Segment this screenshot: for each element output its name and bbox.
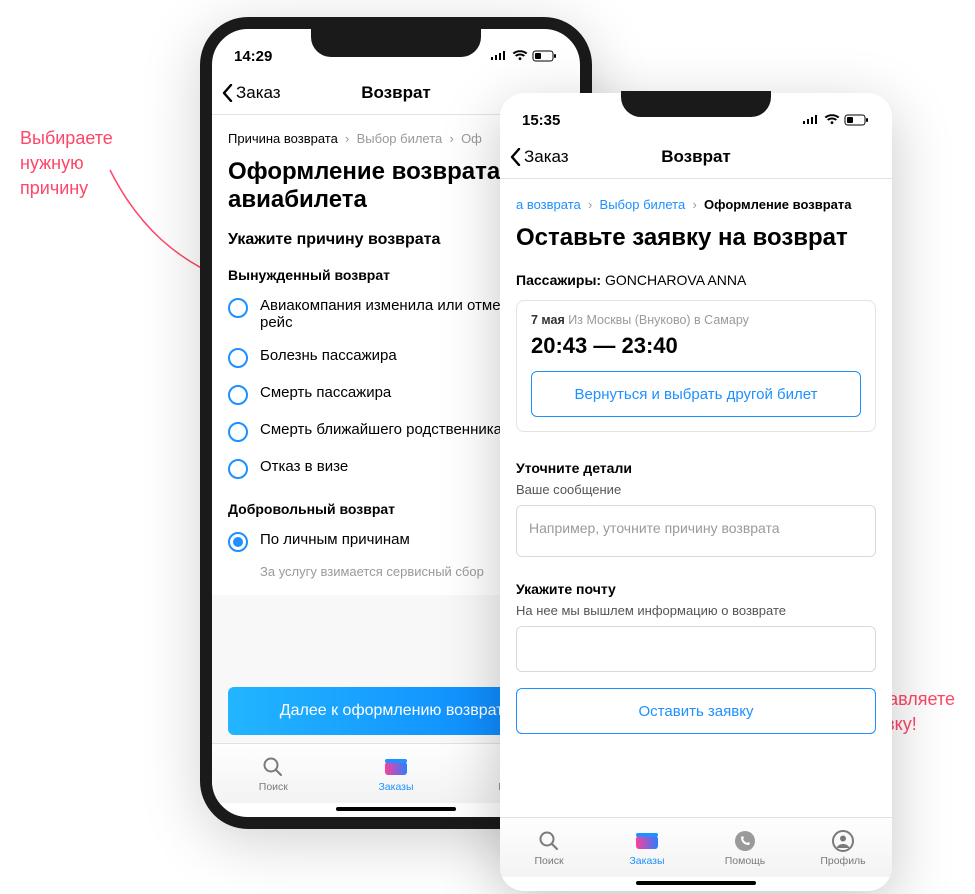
back-button[interactable]: Заказ bbox=[510, 147, 569, 167]
radio-icon bbox=[228, 385, 248, 405]
email-input[interactable] bbox=[516, 626, 876, 672]
breadcrumb-step: Выбор билета bbox=[357, 131, 443, 146]
wallet-icon bbox=[635, 829, 659, 853]
breadcrumb-step: Оф bbox=[461, 131, 482, 146]
radio-icon bbox=[228, 298, 248, 318]
heading-main: Оставьте заявку на возврат bbox=[500, 224, 892, 258]
passengers-value: GONCHAROVA ANNA bbox=[605, 272, 746, 288]
wifi-icon bbox=[512, 50, 528, 62]
tab-search[interactable]: Поиск bbox=[500, 818, 598, 877]
tab-bar: Поиск Заказы Помощь Профиль bbox=[500, 817, 892, 877]
status-icons bbox=[490, 50, 558, 62]
phone-device-2: 15:35 Заказ Возврат а возврата › Выбор б… bbox=[500, 93, 892, 891]
tab-orders[interactable]: Заказы bbox=[598, 818, 696, 877]
breadcrumb-link[interactable]: Выбор билета bbox=[600, 197, 686, 212]
tab-search[interactable]: Поиск bbox=[212, 744, 335, 803]
status-icons bbox=[802, 114, 870, 126]
radio-icon bbox=[228, 422, 248, 442]
status-time: 15:35 bbox=[522, 112, 560, 129]
breadcrumb-current: Причина возврата bbox=[228, 131, 338, 146]
radio-selected-icon bbox=[228, 532, 248, 552]
breadcrumb-current: Оформление возврата bbox=[704, 197, 851, 212]
chevron-left-icon bbox=[510, 148, 522, 166]
phone-notch bbox=[621, 91, 771, 117]
phone-icon bbox=[733, 829, 757, 853]
wifi-icon bbox=[824, 114, 840, 126]
tab-label: Помощь bbox=[725, 855, 766, 867]
radio-icon bbox=[228, 459, 248, 479]
tab-profile[interactable]: Профиль bbox=[794, 818, 892, 877]
message-input[interactable]: Например, уточните причину возврата bbox=[516, 505, 876, 557]
reason-label: Болезнь пассажира bbox=[260, 347, 397, 364]
battery-icon bbox=[844, 114, 870, 126]
input-placeholder: Например, уточните причину возврата bbox=[529, 520, 780, 536]
passengers-line: Пассажиры: GONCHAROVA ANNA bbox=[500, 258, 892, 296]
details-heading: Уточните детали bbox=[500, 446, 892, 482]
tab-help[interactable]: Помощь bbox=[696, 818, 794, 877]
breadcrumb: а возврата › Выбор билета › Оформление в… bbox=[500, 179, 892, 224]
tab-label: Поиск bbox=[534, 855, 563, 867]
status-time: 14:29 bbox=[234, 48, 272, 65]
phone-notch bbox=[311, 27, 481, 57]
back-button[interactable]: Заказ bbox=[222, 83, 281, 103]
tab-label: Заказы bbox=[378, 781, 413, 793]
signal-icon bbox=[490, 50, 508, 62]
tab-label: Поиск bbox=[259, 781, 288, 793]
reason-label: Смерть ближайшего родственника bbox=[260, 421, 502, 438]
tab-label: Заказы bbox=[629, 855, 664, 867]
tab-label: Профиль bbox=[820, 855, 865, 867]
ticket-route: Из Москвы (Внуково) в Самару bbox=[568, 313, 749, 327]
home-indicator bbox=[336, 807, 456, 811]
submit-request-button[interactable]: Оставить заявку bbox=[516, 688, 876, 734]
phone-screen: 15:35 Заказ Возврат а возврата › Выбор б… bbox=[500, 93, 892, 891]
passengers-label: Пассажиры: bbox=[516, 272, 601, 288]
annotation-left: Выбираетенужнуюпричину bbox=[20, 126, 113, 202]
ticket-card: 7 мая Из Москвы (Внуково) в Самару 20:43… bbox=[516, 300, 876, 432]
content-area: а возврата › Выбор билета › Оформление в… bbox=[500, 179, 892, 817]
back-label: Заказ bbox=[524, 147, 569, 167]
ticket-date: 7 мая bbox=[531, 313, 565, 327]
battery-icon bbox=[532, 50, 558, 62]
ticket-times: 20:43 — 23:40 bbox=[531, 327, 861, 371]
email-sublabel: На нее мы вышлем информацию о возврате bbox=[500, 603, 892, 622]
details-sublabel: Ваше сообщение bbox=[500, 482, 892, 501]
search-icon bbox=[261, 755, 285, 779]
reason-label: Смерть пассажира bbox=[260, 384, 391, 401]
breadcrumb-link[interactable]: а возврата bbox=[516, 197, 581, 212]
back-label: Заказ bbox=[236, 83, 281, 103]
email-heading: Укажите почту bbox=[500, 567, 892, 603]
reason-label: Отказ в визе bbox=[260, 458, 348, 475]
radio-icon bbox=[228, 348, 248, 368]
reason-label: По личным причинам bbox=[260, 531, 410, 548]
tab-orders[interactable]: Заказы bbox=[335, 744, 458, 803]
wallet-icon bbox=[384, 755, 408, 779]
home-indicator bbox=[636, 881, 756, 885]
change-ticket-button[interactable]: Вернуться и выбрать другой билет bbox=[531, 371, 861, 417]
nav-header: Заказ Возврат bbox=[500, 135, 892, 179]
search-icon bbox=[537, 829, 561, 853]
ticket-head: 7 мая Из Москвы (Внуково) в Самару bbox=[531, 313, 861, 327]
chevron-left-icon bbox=[222, 84, 234, 102]
signal-icon bbox=[802, 114, 820, 126]
profile-icon bbox=[831, 829, 855, 853]
